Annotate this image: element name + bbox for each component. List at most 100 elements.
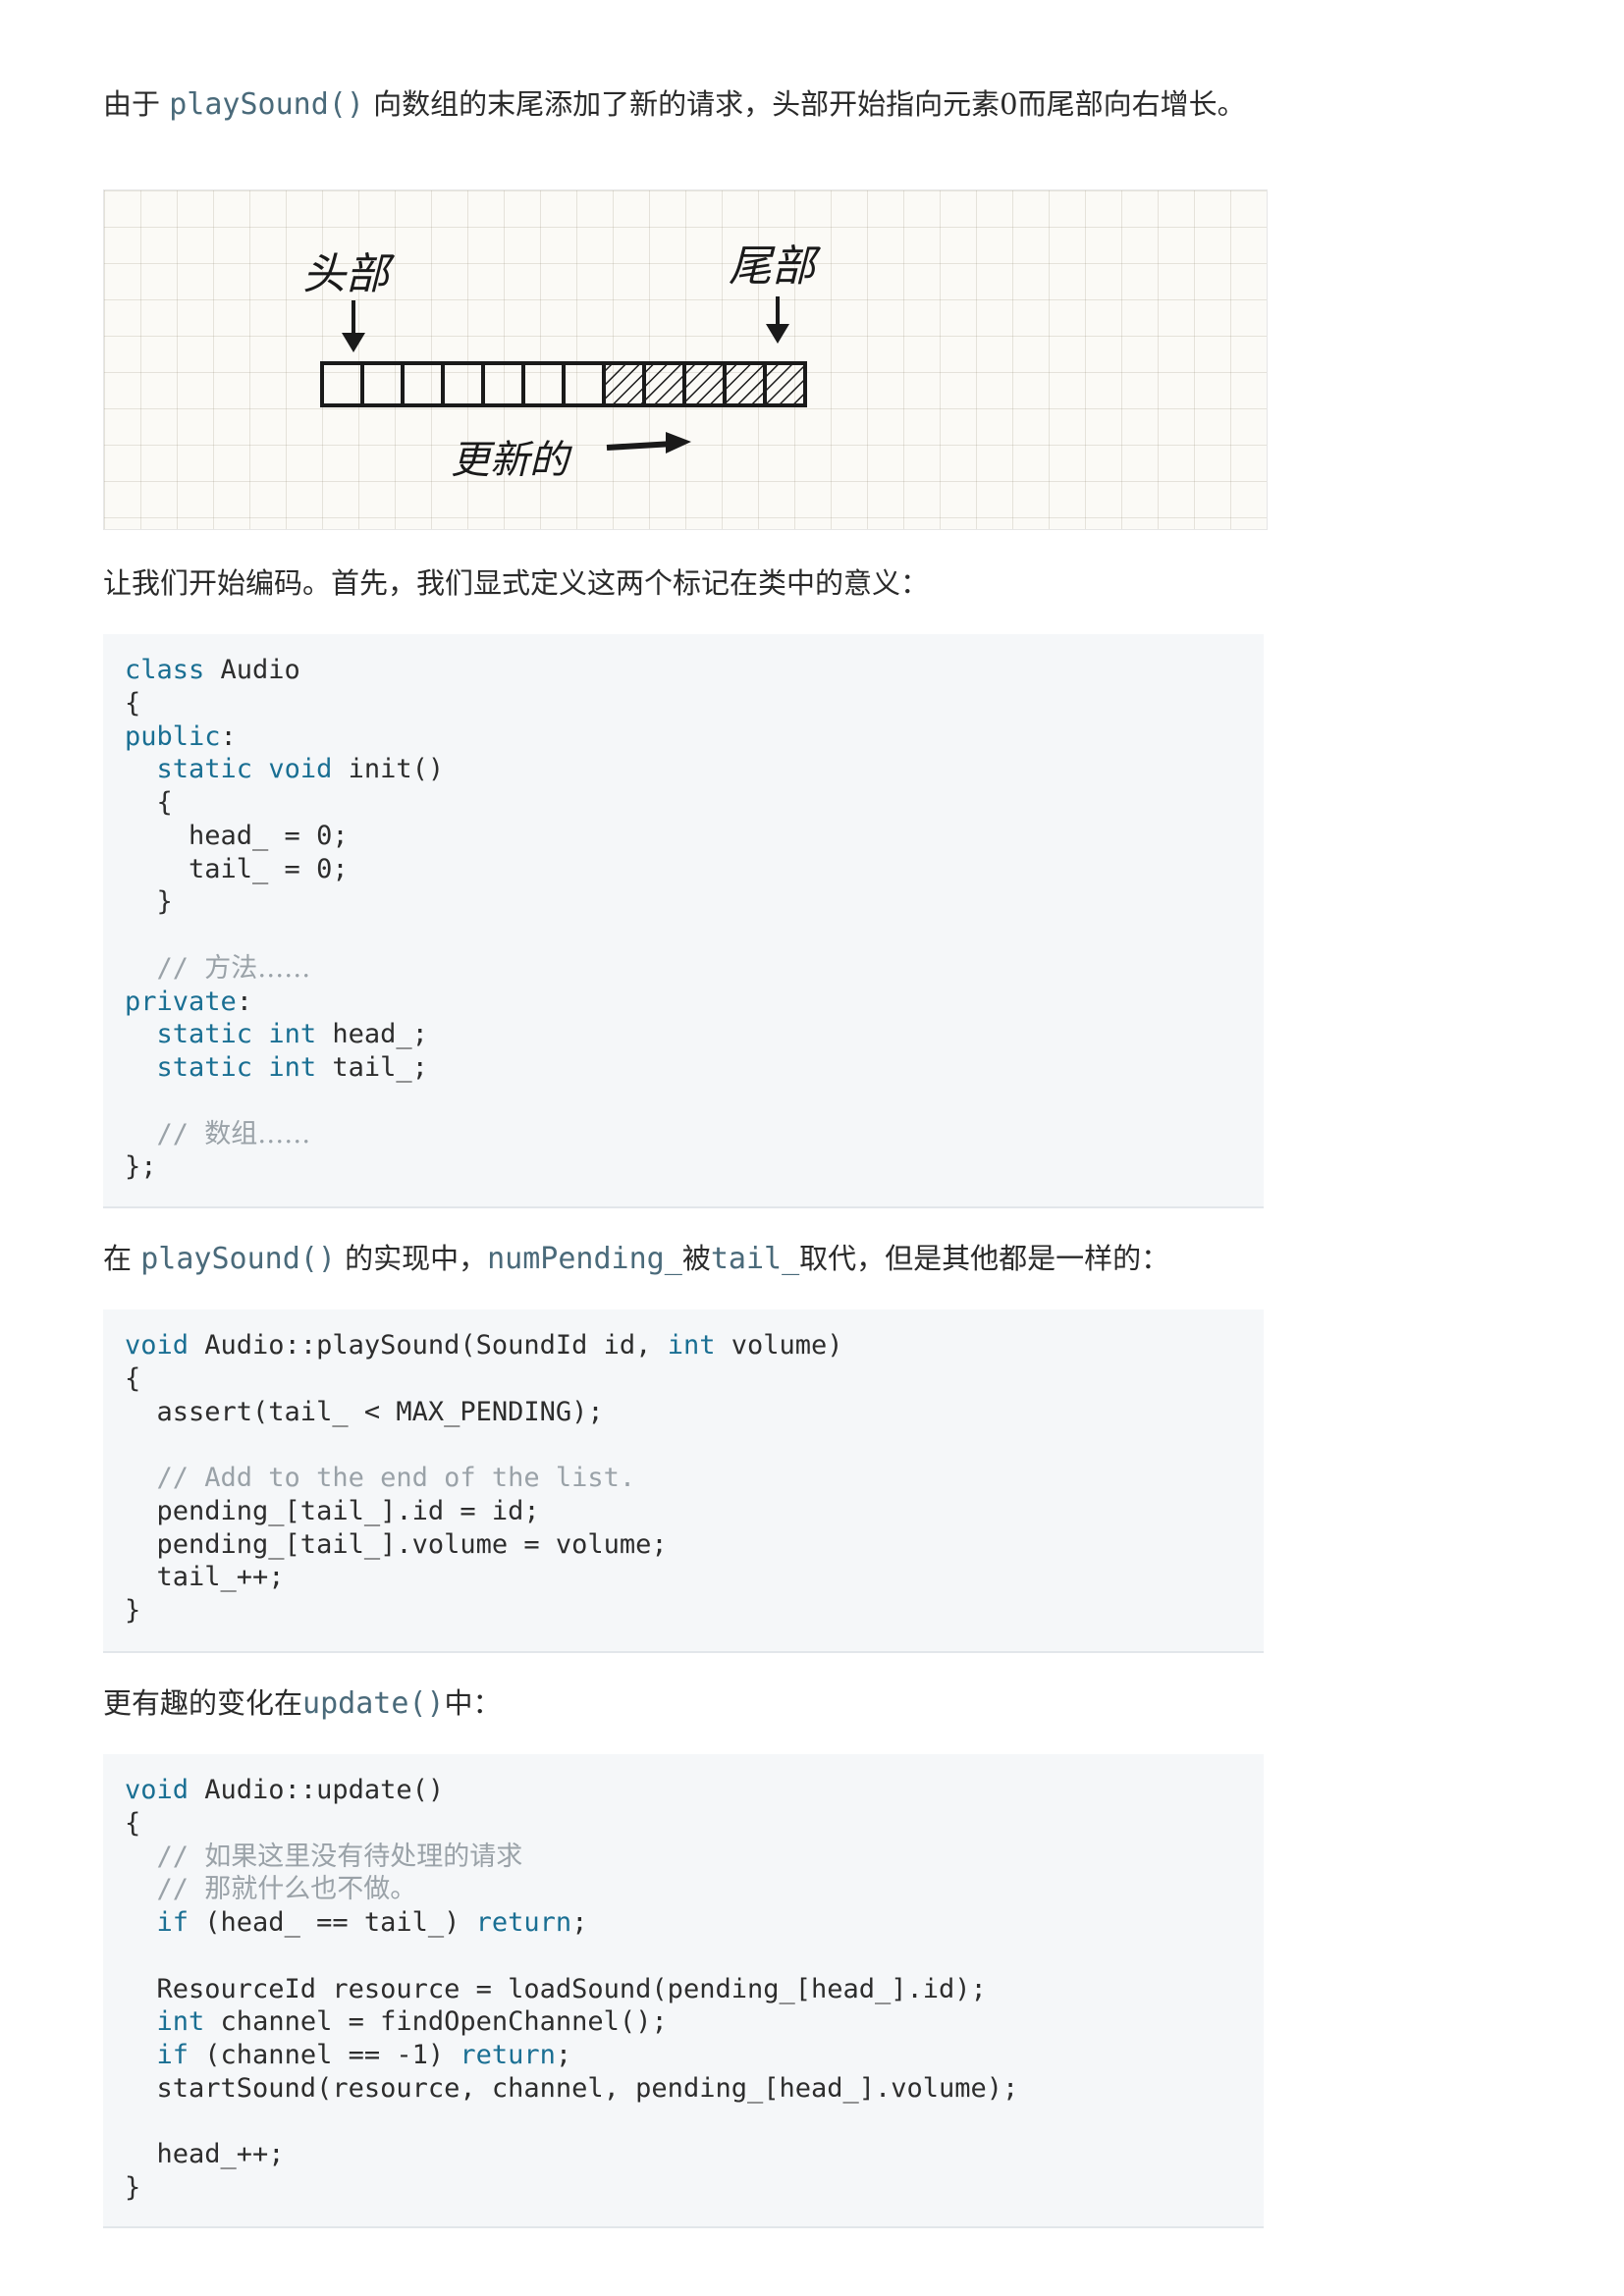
code-token: ; bbox=[555, 2040, 572, 2070]
code-line: if (head_ == tail_) return; bbox=[125, 1906, 1242, 1940]
code-line: void Audio::playSound(SoundId id, int vo… bbox=[125, 1329, 1242, 1362]
code-token: { bbox=[125, 1807, 141, 1839]
code-keyword: int bbox=[156, 2006, 205, 2038]
queue-cells bbox=[320, 361, 807, 407]
code-token: (channel == -1) bbox=[189, 2040, 460, 2070]
paragraph-text: 被 bbox=[681, 1242, 711, 1275]
code-line: { bbox=[125, 1807, 1242, 1841]
code-token: pending_[tail_].volume = volume; bbox=[125, 1528, 668, 1560]
code-line: startSound(resource, channel, pending_[h… bbox=[125, 2072, 1242, 2106]
code-line: head_++; bbox=[125, 2138, 1242, 2171]
code-token: channel = findOpenChannel(); bbox=[204, 2006, 668, 2038]
code-token: }; bbox=[125, 1151, 157, 1183]
code-line: } bbox=[125, 885, 1242, 919]
code-line: // Add to the end of the list. bbox=[125, 1462, 1242, 1495]
code-line: pending_[tail_].id = id; bbox=[125, 1495, 1242, 1528]
code-token: { bbox=[125, 687, 141, 719]
paragraph-update: 更有趣的变化在update()中： bbox=[103, 1680, 1262, 1728]
paragraph-text: 让我们开始编码。首先，我们显式定义这两个标记在类中的意义： bbox=[103, 566, 930, 600]
head-arrow bbox=[342, 300, 365, 352]
code-keyword: int bbox=[268, 1019, 317, 1050]
code-comment: 方法…… bbox=[204, 952, 311, 984]
code-token: Audio::update() bbox=[189, 1775, 445, 1805]
code-line: // 方法…… bbox=[125, 952, 1242, 986]
code-line: { bbox=[125, 687, 1242, 721]
queue-cell-empty bbox=[441, 361, 485, 407]
inline-code: tail_ bbox=[710, 1242, 800, 1276]
code-token: init() bbox=[332, 754, 445, 785]
code-comment: 数组…… bbox=[204, 1118, 311, 1149]
paragraph-text: 取代，但是其他都是一样的： bbox=[799, 1242, 1170, 1275]
head-label: 头部 bbox=[302, 249, 396, 299]
code-line: static int tail_; bbox=[125, 1051, 1242, 1085]
code-keyword: public bbox=[125, 721, 221, 752]
code-block-update: void Audio::update(){ // 如果这里没有待处理的请求 //… bbox=[103, 1754, 1264, 2228]
code-line: tail_++; bbox=[125, 1561, 1242, 1594]
code-token: { bbox=[125, 1362, 141, 1394]
code-keyword: void bbox=[268, 754, 333, 785]
inline-code: playSound() bbox=[169, 87, 364, 122]
code-line: { bbox=[125, 1362, 1242, 1396]
code-token: startSound(resource, channel, pending_[h… bbox=[125, 2072, 1019, 2104]
code-line: static void init() bbox=[125, 753, 1242, 786]
code-line: private: bbox=[125, 986, 1242, 1019]
code-comment: // bbox=[156, 952, 205, 984]
code-line: // 如果这里没有待处理的请求 bbox=[125, 1841, 1242, 1874]
code-token: Audio::playSound(SoundId id, bbox=[189, 1330, 668, 1361]
code-token: { bbox=[125, 787, 173, 818]
code-line: // 数组…… bbox=[125, 1118, 1242, 1151]
code-line: void Audio::update() bbox=[125, 1774, 1242, 1807]
code-keyword: return bbox=[460, 2040, 556, 2070]
code-line: int channel = findOpenChannel(); bbox=[125, 2005, 1242, 2039]
code-line: pending_[tail_].volume = volume; bbox=[125, 1528, 1242, 1562]
code-line: head_ = 0; bbox=[125, 820, 1242, 853]
code-token: ResourceId resource = loadSound(pending_… bbox=[125, 1973, 987, 2004]
code-block-play-sound: void Audio::playSound(SoundId id, int vo… bbox=[103, 1309, 1264, 1653]
code-comment: // bbox=[156, 1841, 205, 1872]
code-line: static int head_; bbox=[125, 1018, 1242, 1051]
queue-cell-empty bbox=[481, 361, 525, 407]
code-token: : bbox=[236, 986, 253, 1017]
queue-cell-empty bbox=[562, 361, 606, 407]
code-token: assert(tail_ < MAX_PENDING); bbox=[125, 1396, 604, 1427]
code-block-audio-class: class Audio{public: static void init() {… bbox=[103, 634, 1264, 1208]
queue-diagram-svg: 头部 尾部 更新的 bbox=[302, 241, 822, 483]
code-comment: 那就什么也不做。 bbox=[204, 1874, 417, 1905]
code-line: } bbox=[125, 2171, 1242, 2205]
code-comment: // bbox=[156, 1874, 205, 1905]
inline-code: playSound() bbox=[140, 1242, 336, 1276]
queue-cell-empty bbox=[521, 361, 566, 407]
queue-cell-filled bbox=[723, 361, 767, 407]
code-token: : bbox=[220, 721, 237, 752]
code-line: public: bbox=[125, 721, 1242, 754]
code-token: head_++; bbox=[125, 2139, 285, 2170]
code-keyword: static bbox=[156, 1052, 253, 1083]
code-line: }; bbox=[125, 1150, 1242, 1184]
code-token: tail_++; bbox=[125, 1562, 285, 1593]
queue-cell-empty bbox=[320, 361, 364, 407]
newer-label: 更新的 bbox=[451, 438, 572, 483]
paragraph-playsound: 在 playSound() 的实现中，numPending_被tail_取代，但… bbox=[103, 1235, 1262, 1283]
queue-cell-empty bbox=[401, 361, 445, 407]
code-keyword: int bbox=[268, 1052, 317, 1083]
paragraph-text: 向数组的末尾添加了新的请求，头部开始指向元素0而尾部向右增长。 bbox=[363, 87, 1246, 121]
code-line: // 那就什么也不做。 bbox=[125, 1873, 1242, 1906]
code-line: tail_ = 0; bbox=[125, 853, 1242, 886]
code-keyword: static bbox=[156, 1019, 253, 1050]
inline-code: update() bbox=[302, 1686, 445, 1721]
code-token: ; bbox=[571, 1907, 588, 1938]
